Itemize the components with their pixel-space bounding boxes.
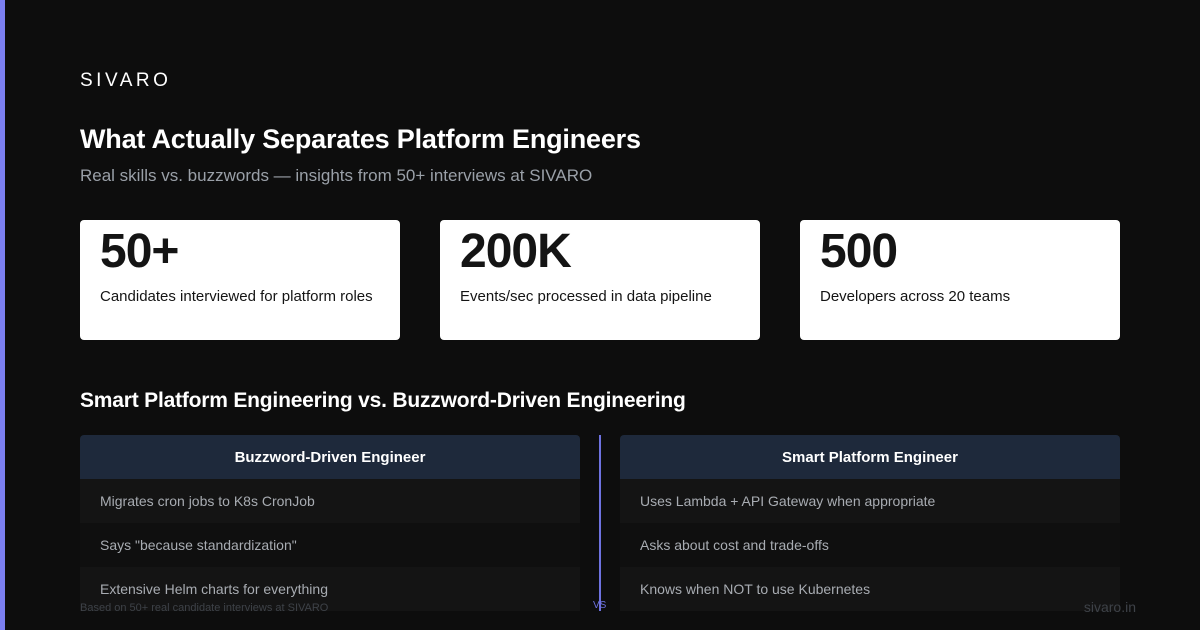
- page-title: What Actually Separates Platform Enginee…: [80, 124, 641, 154]
- stat-label: Events/sec processed in data pipeline: [460, 288, 712, 305]
- list-item: Says "because standardization": [80, 523, 580, 567]
- buzzword-column: Buzzword-Driven Engineer Migrates cron j…: [80, 435, 580, 611]
- column-divider: [599, 435, 601, 611]
- footer-site: sivaro.in: [1083, 599, 1136, 615]
- stat-label: Developers across 20 teams: [820, 288, 1011, 305]
- stat-value: 500: [820, 225, 898, 278]
- vs-label: VS: [593, 600, 607, 611]
- brand-logo: SIVARO: [80, 70, 172, 91]
- stat-value: 50+: [100, 225, 179, 278]
- column-header: Smart Platform Engineer: [620, 435, 1120, 479]
- stat-card-candidates: 50+ Candidates interviewed for platform …: [80, 220, 400, 340]
- list-item: Uses Lambda + API Gateway when appropria…: [620, 479, 1120, 523]
- list-item: Asks about cost and trade-offs: [620, 523, 1120, 567]
- footer-note: Based on 50+ real candidate interviews a…: [80, 602, 329, 614]
- comparison-title: Smart Platform Engineering vs. Buzzword-…: [80, 389, 686, 412]
- stat-label: Candidates interviewed for platform role…: [100, 288, 373, 305]
- accent-bar: [0, 0, 5, 630]
- list-item: Knows when NOT to use Kubernetes: [620, 567, 1120, 611]
- column-header: Buzzword-Driven Engineer: [80, 435, 580, 479]
- stat-value: 200K: [460, 225, 572, 278]
- smart-column: Smart Platform Engineer Uses Lambda + AP…: [620, 435, 1120, 611]
- list-item: Migrates cron jobs to K8s CronJob: [80, 479, 580, 523]
- stats-row: 50+ Candidates interviewed for platform …: [80, 220, 1120, 340]
- page-subtitle: Real skills vs. buzzwords — insights fro…: [80, 166, 593, 185]
- stat-card-developers: 500 Developers across 20 teams: [800, 220, 1120, 340]
- slide: SIVARO What Actually Separates Platform …: [0, 0, 1200, 630]
- stat-card-events: 200K Events/sec processed in data pipeli…: [440, 220, 760, 340]
